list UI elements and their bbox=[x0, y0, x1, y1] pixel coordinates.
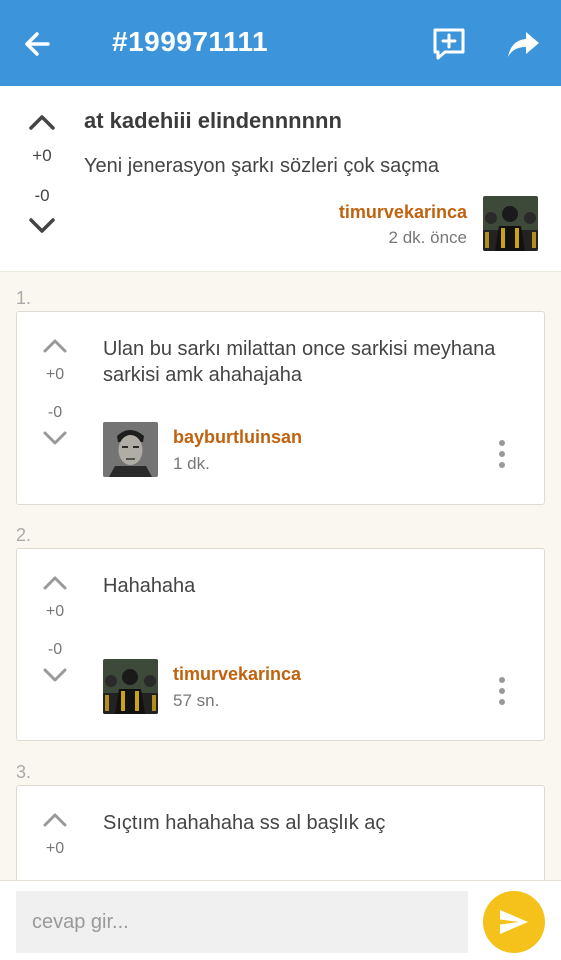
answer-number: 3. bbox=[16, 762, 32, 782]
share-icon[interactable] bbox=[504, 24, 544, 64]
upvote-chevron-icon[interactable] bbox=[40, 810, 70, 830]
answer-card: +0 -0 Hahahaha timurvekarinca 57 sn. bbox=[16, 548, 545, 741]
answer-number: 1. bbox=[16, 288, 32, 308]
answer-card: +0 -0 Ulan bu sarkı milattan once sarkis… bbox=[16, 311, 545, 505]
answer-number: 2. bbox=[16, 525, 32, 545]
answer-text: Hahahaha bbox=[103, 575, 196, 597]
answer-text: Sıçtım hahahaha ss al başlık aç bbox=[103, 812, 386, 834]
downvote-count: -0 bbox=[47, 404, 63, 421]
add-comment-icon[interactable] bbox=[429, 24, 469, 64]
upvote-chevron-icon[interactable] bbox=[40, 573, 70, 593]
answer-time: 57 sn. bbox=[173, 691, 220, 710]
upvote-chevron-icon[interactable] bbox=[27, 112, 57, 132]
arrow-left-icon[interactable] bbox=[18, 24, 58, 64]
answer-author[interactable]: timurvekarinca bbox=[173, 664, 301, 685]
downvote-count: -0 bbox=[34, 186, 50, 205]
more-vert-icon[interactable] bbox=[494, 440, 510, 472]
answer-vote: +0 -0 bbox=[39, 336, 71, 448]
send-icon bbox=[500, 910, 528, 934]
answer-time: 1 dk. bbox=[173, 454, 210, 473]
question-body: Yeni jenerasyon şarkı sözleri çok saçma bbox=[84, 155, 439, 177]
downvote-chevron-icon[interactable] bbox=[27, 216, 57, 236]
answer-author[interactable]: bayburtluinsan bbox=[173, 427, 302, 448]
upvote-count: +0 bbox=[45, 366, 65, 383]
page-title: #199971111 bbox=[112, 26, 269, 57]
question-author[interactable]: timurvekarinca bbox=[339, 202, 467, 223]
avatar[interactable] bbox=[103, 422, 158, 477]
question-block: +0 -0 at kadehiii elindennnnnn Yeni jene… bbox=[0, 86, 561, 272]
reply-input[interactable] bbox=[16, 891, 468, 953]
answer-vote: +0 -0 bbox=[39, 573, 71, 685]
app-bar: #199971111 bbox=[0, 0, 561, 86]
answer-text: Ulan bu sarkı milattan once sarkisi meyh… bbox=[103, 338, 496, 386]
downvote-count: -0 bbox=[47, 641, 63, 658]
upvote-count: +0 bbox=[45, 840, 65, 857]
upvote-chevron-icon[interactable] bbox=[40, 336, 70, 356]
upvote-count: +0 bbox=[32, 146, 52, 165]
more-vert-icon[interactable] bbox=[494, 677, 510, 709]
send-button[interactable] bbox=[483, 891, 545, 953]
reply-bar bbox=[0, 880, 561, 960]
avatar[interactable] bbox=[483, 196, 538, 251]
question-vote: +0 -0 bbox=[22, 112, 62, 236]
upvote-count: +0 bbox=[45, 603, 65, 620]
downvote-chevron-icon[interactable] bbox=[40, 665, 70, 685]
question-time: 2 dk. önce bbox=[388, 228, 467, 247]
avatar[interactable] bbox=[103, 659, 158, 714]
downvote-chevron-icon[interactable] bbox=[40, 428, 70, 448]
question-title: at kadehiii elindennnnnn bbox=[84, 108, 342, 133]
answer-vote: +0 bbox=[39, 810, 71, 858]
